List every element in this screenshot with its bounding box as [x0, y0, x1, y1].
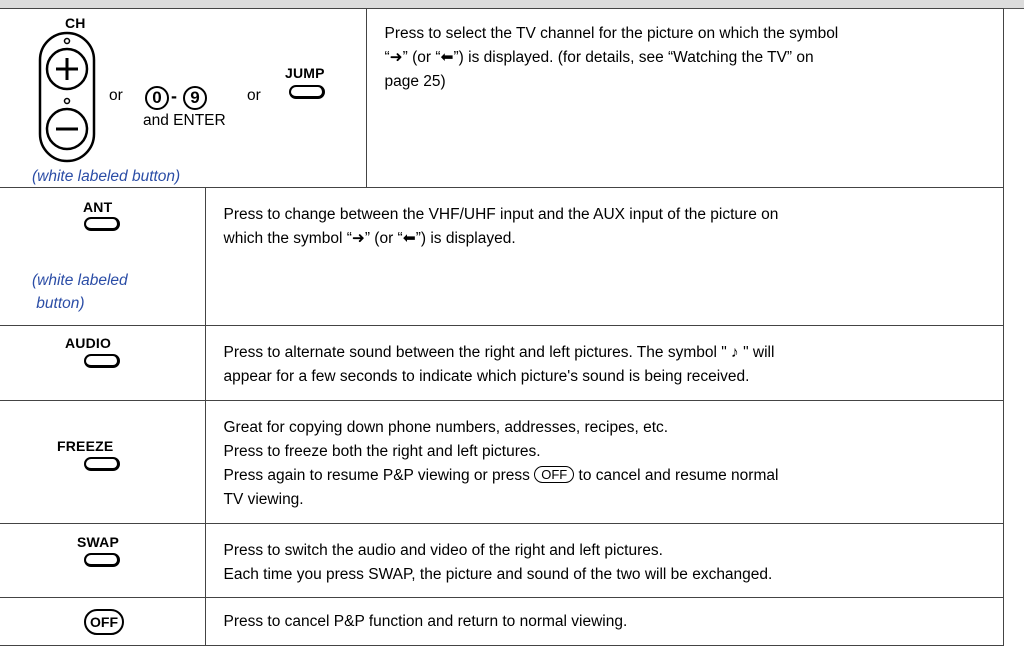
- white-button-note-line-1: (white labeled: [32, 272, 128, 289]
- description-line: Press to change between the VHF/UHF inpu…: [223, 206, 779, 223]
- digit-9-key[interactable]: 9: [183, 86, 207, 110]
- ch-label: CH: [65, 15, 86, 31]
- description-line: Press to cancel P&P function and return …: [223, 613, 628, 630]
- white-button-note-line-2: button): [32, 295, 85, 312]
- and-enter-text: and ENTER: [143, 112, 226, 129]
- off-button[interactable]: OFF: [84, 609, 124, 635]
- control-cell-audio: AUDIO: [0, 325, 206, 401]
- freeze-line3-before: Press again to resume P&P viewing or pre…: [223, 467, 535, 484]
- channel-rocker-icon[interactable]: [37, 31, 99, 165]
- freeze-label: FREEZE: [57, 438, 114, 454]
- control-cell-freeze: FREEZE: [0, 400, 206, 524]
- description-line: Press again to resume P&P viewing or pre…: [224, 464, 1003, 488]
- description-line: Press to alternate sound between the rig…: [223, 344, 775, 361]
- table-row-audio: AUDIO Press to alternate sound between t…: [0, 325, 1004, 401]
- table-row-freeze: FREEZE Great for copying down phone numb…: [0, 400, 1004, 524]
- or-text-2: or: [247, 87, 261, 104]
- white-button-note: (white labeled button): [32, 168, 181, 185]
- digit-dash: -: [171, 86, 177, 106]
- ant-button[interactable]: [84, 217, 120, 231]
- description-cell-swap: Press to switch the audio and video of t…: [204, 523, 1004, 598]
- table-row-swap: SWAP Press to switch the audio and video…: [0, 523, 1004, 598]
- description-cell-ch: Press to select the TV channel for the p…: [365, 8, 1004, 188]
- jump-label: JUMP: [285, 65, 325, 81]
- table-row-ant: ANT (white labeled button) Press to chan…: [0, 187, 1004, 326]
- swap-label: SWAP: [77, 534, 120, 550]
- table-row-ch: CH or 0 - 9 or JUMP and ENTER (white lab…: [0, 8, 1004, 188]
- description-line: appear for a few seconds to indicate whi…: [223, 368, 750, 385]
- table-row-off: OFF Press to cancel P&P function and ret…: [0, 597, 1004, 646]
- control-cell-off: OFF: [0, 597, 206, 646]
- description-line: page 25): [384, 73, 446, 90]
- or-text-1: or: [109, 87, 123, 104]
- description-line: Press to freeze both the right and left …: [223, 443, 541, 460]
- description-cell-ant: Press to change between the VHF/UHF inpu…: [204, 187, 1004, 326]
- description-line: TV viewing.: [223, 491, 304, 508]
- audio-label: AUDIO: [65, 335, 112, 351]
- description-line: Great for copying down phone numbers, ad…: [223, 419, 669, 436]
- control-cell-ant: ANT (white labeled button): [0, 187, 206, 326]
- description-line: Each time you press SWAP, the picture an…: [223, 566, 773, 583]
- description-cell-freeze: Great for copying down phone numbers, ad…: [204, 400, 1004, 524]
- audio-button[interactable]: [84, 354, 120, 368]
- digit-0-key[interactable]: 0: [145, 86, 169, 110]
- jump-button[interactable]: [289, 85, 325, 99]
- description-line: Press to switch the audio and video of t…: [223, 542, 663, 559]
- description-line: Press to select the TV channel for the p…: [384, 25, 839, 42]
- description-line: “➜” (or “⬅”) is displayed. (for details,…: [384, 49, 814, 66]
- control-cell-ch: CH or 0 - 9 or JUMP and ENTER (white lab…: [0, 8, 367, 188]
- freeze-line3-after: to cancel and resume normal: [574, 467, 779, 484]
- swap-button[interactable]: [84, 553, 120, 567]
- description-cell-audio: Press to alternate sound between the rig…: [204, 325, 1004, 401]
- button-function-table: CH or 0 - 9 or JUMP and ENTER (white lab…: [0, 8, 1004, 646]
- description-line: which the symbol “➜” (or “⬅”) is display…: [223, 230, 516, 247]
- description-cell-off: Press to cancel P&P function and return …: [204, 597, 1004, 646]
- control-cell-swap: SWAP: [0, 523, 206, 598]
- ant-label: ANT: [83, 199, 113, 215]
- freeze-button[interactable]: [84, 457, 120, 471]
- off-key-inline: OFF: [534, 466, 575, 483]
